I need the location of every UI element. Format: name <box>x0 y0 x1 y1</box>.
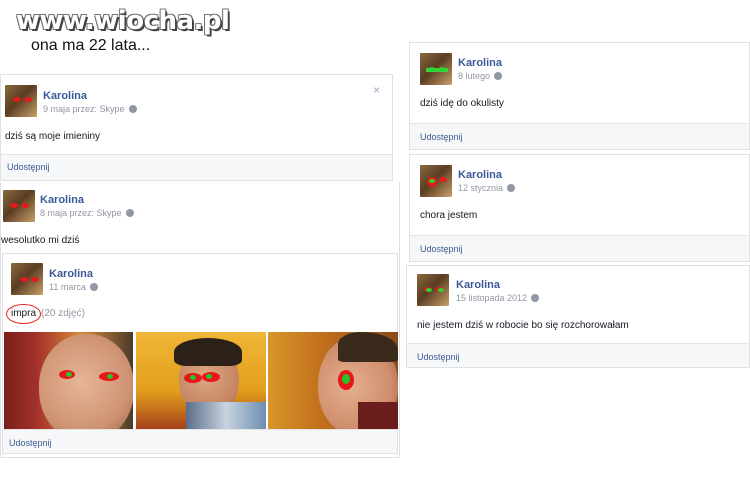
post-meta: 12 stycznia <box>458 183 516 193</box>
post-card: Karolina 11 marca impra (20 zdjęć) Udost… <box>2 253 398 454</box>
album-photo[interactable] <box>136 332 266 429</box>
share-link[interactable]: Udostępnij <box>420 244 463 254</box>
post-card: Karolina 12 stycznia chora jestem Udostę… <box>409 154 750 262</box>
avatar[interactable] <box>11 263 43 295</box>
post-text: wesolutko mi dziś <box>1 235 80 246</box>
avatar[interactable] <box>5 85 37 117</box>
post-meta: 8 lutego <box>458 71 503 81</box>
post-card: Karolina 8 lutego dziś idę do okulisty U… <box>409 42 750 150</box>
avatar[interactable] <box>3 190 35 222</box>
site-logo: www.wiocha.pl <box>16 6 230 36</box>
globe-icon <box>128 105 137 113</box>
avatar[interactable] <box>420 53 452 85</box>
avatar[interactable] <box>417 274 449 306</box>
post-text: nie jestem dziś w robocie bo się rozchor… <box>417 320 629 331</box>
share-link[interactable]: Udostępnij <box>417 352 460 362</box>
post-text: dziś idę do okulisty <box>420 98 504 109</box>
caption-text: ona ma 22 lata... <box>31 37 151 54</box>
share-link[interactable]: Udostępnij <box>9 438 52 448</box>
post-meta: 15 listopada 2012 <box>456 293 540 303</box>
post-author[interactable]: Karolina <box>458 169 502 181</box>
post-card: Karolina 15 listopada 2012 nie jestem dz… <box>406 265 750 368</box>
post-author[interactable]: Karolina <box>40 194 84 206</box>
post-meta: 9 maja przez: Skype <box>43 104 137 114</box>
post-text: chora jestem <box>420 210 478 221</box>
post-card: Karolina 9 maja przez: Skype × dziś są m… <box>0 74 393 181</box>
post-meta: 8 maja przez: Skype <box>40 208 134 218</box>
globe-icon <box>531 294 540 302</box>
album-photo[interactable] <box>268 332 398 429</box>
post-author[interactable]: Karolina <box>456 279 500 291</box>
album-link[interactable]: impra <box>11 308 36 319</box>
post-author[interactable]: Karolina <box>49 268 93 280</box>
post-text: dziś są moje imieniny <box>5 131 101 142</box>
globe-icon <box>89 283 98 291</box>
globe-icon <box>507 184 516 192</box>
close-icon[interactable]: × <box>373 83 380 97</box>
share-link[interactable]: Udostępnij <box>420 132 463 142</box>
post-author[interactable]: Karolina <box>43 90 87 102</box>
globe-icon <box>494 72 503 80</box>
album-photo[interactable] <box>4 332 133 429</box>
post-meta: 11 marca <box>49 282 98 292</box>
share-link[interactable]: Udostępnij <box>7 162 50 172</box>
post-author[interactable]: Karolina <box>458 57 502 69</box>
globe-icon <box>125 209 134 217</box>
album-count: (20 zdjęć) <box>41 308 85 319</box>
avatar[interactable] <box>420 165 452 197</box>
